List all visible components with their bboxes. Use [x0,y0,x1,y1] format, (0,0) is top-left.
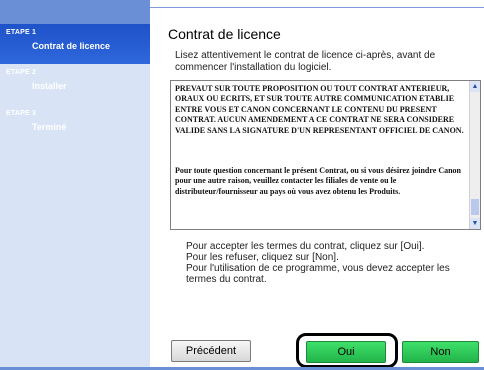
yes-button[interactable]: Oui [306,341,386,363]
step-3-name: Terminé [32,122,67,132]
step-3-label: ETAPE 3 [6,110,37,117]
license-text: PREVAUT SUR TOUTE PROPOSITION OU TOUT CO… [175,84,465,207]
header-strip [150,0,484,8]
scroll-up-icon[interactable]: ▲ [470,81,480,92]
sidebar: ETAPE 1 Contrat de licence ETAPE 2 Insta… [0,0,150,370]
instruction-accept: Pour accepter les termes du contrat, cli… [186,241,425,252]
step-2-label: ETAPE 2 [6,69,37,76]
step-1-name: Contrat de licence [32,41,111,51]
no-button[interactable]: Non [402,341,479,363]
page-title: Contrat de licence [168,26,281,42]
step-1-label: ETAPE 1 [6,29,37,36]
header-divider [150,7,484,8]
license-paragraph-1: PREVAUT SUR TOUTE PROPOSITION OU TOUT CO… [175,84,464,135]
scroll-thumb[interactable] [471,199,479,215]
page-subtitle: Lisez attentivement le contrat de licenc… [175,50,436,73]
scroll-down-icon[interactable]: ▼ [470,218,480,229]
license-text-box[interactable]: PREVAUT SUR TOUTE PROPOSITION OU TOUT CO… [170,80,481,230]
previous-button[interactable]: Précédent [171,340,251,362]
sidebar-top-bar [0,0,150,24]
license-paragraph-2: Pour toute question concernant le présen… [175,166,461,196]
license-scrollbar[interactable]: ▲ ▼ [469,81,480,229]
instructions: Pour accepter les termes du contrat, cli… [186,241,466,285]
instruction-refuse: Pour les refuser, cliquez sur [Non]. [186,252,339,263]
step-2-name: Installer [32,81,67,91]
instruction-required: Pour l'utilisation de ce programme, vous… [186,263,450,285]
